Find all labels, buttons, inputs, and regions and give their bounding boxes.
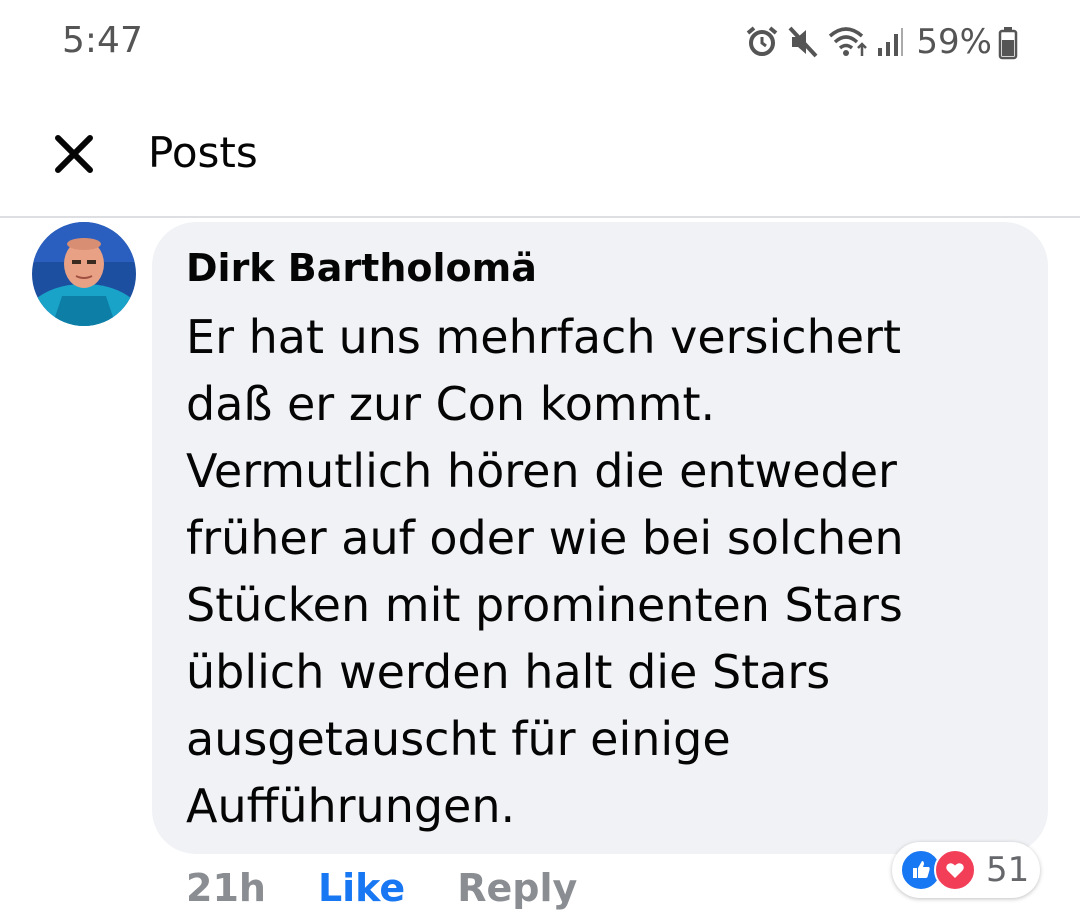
page-title: Posts xyxy=(148,128,258,177)
status-icons: 59% xyxy=(744,20,1018,64)
status-bar: 5:47 59% xyxy=(0,0,1080,86)
close-button[interactable] xyxy=(46,128,102,184)
battery-icon xyxy=(998,24,1018,60)
battery-percent: 59% xyxy=(916,22,992,62)
signal-icon xyxy=(876,24,904,60)
reaction-count: 51 xyxy=(986,850,1030,890)
header: Posts xyxy=(0,100,1080,218)
love-icon xyxy=(934,849,976,891)
comment-text: Er hat uns mehrfach versichert daß er zu… xyxy=(186,310,904,833)
mute-icon xyxy=(786,24,820,60)
status-time: 5:47 xyxy=(62,20,143,61)
wifi-icon xyxy=(826,24,870,60)
avatar[interactable] xyxy=(32,222,136,326)
close-icon xyxy=(53,133,95,179)
comment-author[interactable]: Dirk Bartholomä xyxy=(186,246,537,290)
comment-actions: 21h Like Reply xyxy=(186,862,577,914)
reply-button[interactable]: Reply xyxy=(457,866,577,910)
reactions-summary[interactable]: 51 xyxy=(892,842,1040,898)
like-button[interactable]: Like xyxy=(318,866,405,910)
comment-timestamp[interactable]: 21h xyxy=(186,866,266,910)
alarm-icon xyxy=(744,24,780,60)
comment-bubble: Dirk Bartholomä Er hat uns mehrfach vers… xyxy=(152,222,1048,854)
